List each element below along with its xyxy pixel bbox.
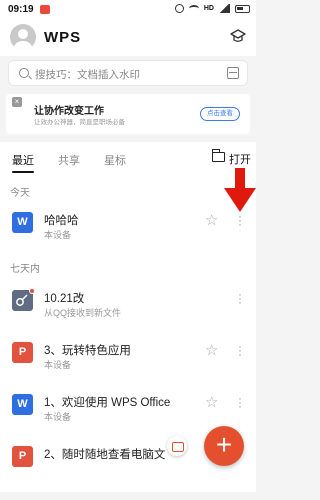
star-icon[interactable]: ☆	[205, 213, 218, 228]
app-logo: WPS	[44, 29, 82, 46]
more-icon[interactable]: · · ·	[238, 288, 242, 308]
scan-button[interactable]	[167, 436, 187, 456]
close-icon[interactable]: ×	[12, 97, 22, 107]
word-file-icon: W	[12, 212, 33, 233]
alarm-icon	[174, 4, 184, 13]
avatar[interactable]	[10, 24, 36, 50]
file-name: 哈哈哈	[44, 215, 79, 227]
file-name: 3、玩转特色应用	[44, 345, 131, 357]
graduation-cap-icon[interactable]	[230, 29, 246, 43]
app-header: WPS	[0, 20, 256, 56]
status-time: 09:19	[8, 4, 34, 15]
search-placeholder: 搜技巧：文档插入水印	[35, 69, 140, 81]
search-icon	[19, 68, 29, 78]
red-arrow-annotation	[224, 168, 256, 212]
more-icon[interactable]: · · ·	[238, 340, 242, 360]
section-week: 七天内	[10, 264, 40, 275]
tab-active-indicator	[12, 171, 34, 173]
word-file-icon: W	[12, 394, 33, 415]
ppt-file-icon: P	[12, 342, 33, 363]
scan-icon[interactable]	[227, 67, 239, 79]
promo-banner[interactable]: × 让协作改变工作 让效办公神器，简直是职场必备 点击查看	[6, 94, 250, 134]
hd-label: HD	[203, 5, 214, 12]
file-item[interactable]: W 哈哈哈 本设备 ☆ · · ·	[0, 200, 256, 250]
search-bar[interactable]: 搜技巧：文档插入水印	[8, 60, 248, 86]
file-location: 从QQ接收到新文件	[44, 308, 122, 318]
wifi-icon	[188, 5, 199, 12]
tab-shared[interactable]: 共享	[58, 152, 80, 168]
more-icon[interactable]: · · ·	[238, 392, 242, 412]
file-name: 2、随时随地查看电脑文	[44, 449, 166, 461]
image-file-icon	[12, 288, 35, 311]
file-name: 1、欢迎使用 WPS Office	[44, 397, 171, 409]
signal-icon	[219, 4, 230, 13]
tab-recent[interactable]: 最近	[12, 152, 34, 168]
status-icons: HD	[174, 4, 250, 13]
section-today: 今天	[10, 188, 30, 199]
file-item[interactable]: W 1、欢迎使用 WPS Office 本设备 ☆ · · ·	[0, 382, 256, 432]
bottom-edge	[0, 492, 256, 500]
battery-icon	[235, 4, 250, 13]
tab-starred[interactable]: 星标	[104, 152, 126, 168]
file-location: 本设备	[44, 412, 72, 422]
file-item[interactable]: 10.21改 从QQ接收到新文件 · · ·	[0, 278, 256, 328]
star-icon[interactable]: ☆	[205, 395, 218, 410]
open-button[interactable]: 打开	[229, 151, 251, 167]
banner-view-button[interactable]: 点击查看	[200, 107, 240, 121]
file-name: 10.21改	[44, 293, 85, 305]
more-icon[interactable]: · · ·	[238, 210, 242, 230]
tab-bar: 最近 共享 星标 打开	[0, 142, 256, 176]
star-icon[interactable]: ☆	[205, 343, 218, 358]
status-bar: 09:19 HD	[0, 0, 256, 20]
ppt-file-icon: P	[12, 446, 33, 467]
folder-icon[interactable]	[212, 149, 225, 162]
file-location: 本设备	[44, 360, 72, 370]
banner-subtitle: 让效办公神器，简直是职场必备	[34, 119, 125, 126]
file-item[interactable]: P 3、玩转特色应用 本设备 ☆ · · ·	[0, 330, 256, 380]
new-document-button[interactable]: +	[204, 426, 244, 466]
banner-title: 让协作改变工作	[34, 106, 104, 117]
notification-icon	[40, 5, 50, 14]
unread-badge	[29, 288, 35, 294]
file-location: 本设备	[44, 230, 72, 240]
